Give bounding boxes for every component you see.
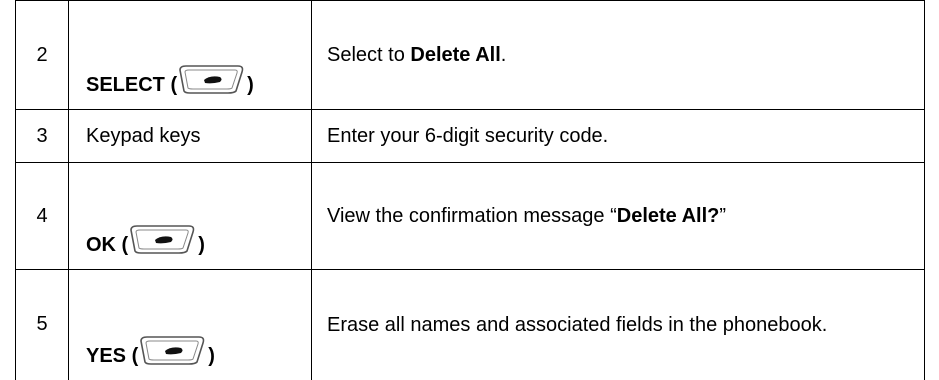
- description-cell: Erase all names and associated fields in…: [311, 269, 925, 380]
- step-number: 2: [15, 0, 69, 110]
- description-cell: Enter your 6-digit security code.: [311, 109, 925, 163]
- soft-key-icon: [130, 225, 195, 254]
- step-number: 3: [15, 109, 69, 163]
- description-cell: View the confirmation message “Delete Al…: [311, 162, 925, 270]
- key-label: SELECT (): [86, 65, 254, 96]
- table-row: 4 OK () View the confirmation message “D…: [15, 162, 925, 270]
- key-label: YES (): [86, 335, 215, 367]
- step-number: 5: [15, 269, 69, 380]
- instructions-table: 2 SELECT () Select to Delete All. 3 Keyp…: [15, 0, 925, 380]
- soft-key-icon: [140, 335, 205, 365]
- table-row: 2 SELECT () Select to Delete All.: [15, 0, 925, 110]
- action-cell: OK (): [68, 162, 312, 270]
- description-cell: Select to Delete All.: [311, 0, 925, 110]
- soft-key-icon: [179, 65, 244, 94]
- step-number: 4: [15, 162, 69, 270]
- table-row: 5 YES () Erase all names and associated …: [15, 269, 925, 380]
- key-label: OK (): [86, 225, 205, 256]
- action-cell: YES (): [68, 269, 312, 380]
- action-cell: SELECT (): [68, 0, 312, 110]
- action-cell: Keypad keys: [68, 109, 312, 163]
- table-row: 3 Keypad keys Enter your 6-digit securit…: [15, 109, 925, 163]
